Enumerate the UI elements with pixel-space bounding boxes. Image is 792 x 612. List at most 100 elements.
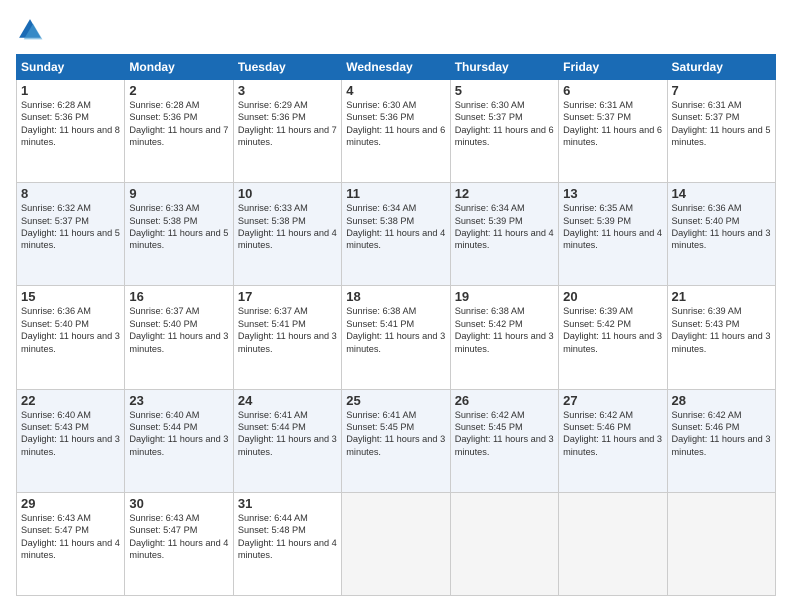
calendar-cell bbox=[559, 492, 667, 595]
cell-info: Sunrise: 6:31 AMSunset: 5:37 PMDaylight:… bbox=[563, 100, 662, 147]
logo-icon bbox=[16, 16, 44, 44]
day-number: 5 bbox=[455, 83, 554, 98]
weekday-friday: Friday bbox=[559, 55, 667, 80]
cell-info: Sunrise: 6:30 AMSunset: 5:36 PMDaylight:… bbox=[346, 100, 445, 147]
calendar-cell: 26 Sunrise: 6:42 AMSunset: 5:45 PMDayligh… bbox=[450, 389, 558, 492]
weekday-thursday: Thursday bbox=[450, 55, 558, 80]
calendar-cell: 20Sunrise: 6:39 AMSunset: 5:42 PMDayligh… bbox=[559, 286, 667, 389]
day-number: 28 bbox=[672, 393, 771, 408]
calendar-cell: 9 Sunrise: 6:33 AMSunset: 5:38 PMDaylight… bbox=[125, 183, 233, 286]
day-number: 14 bbox=[672, 186, 771, 201]
weekday-tuesday: Tuesday bbox=[233, 55, 341, 80]
cell-info: Sunrise: 6:30 AMSunset: 5:37 PMDaylight:… bbox=[455, 100, 554, 147]
cell-info: Sunrise: 6:37 AMSunset: 5:41 PMDaylight:… bbox=[238, 306, 337, 353]
cell-info: Sunrise: 6:38 AMSunset: 5:42 PMDaylight:… bbox=[455, 306, 554, 353]
header bbox=[16, 16, 776, 44]
cell-info: Sunrise: 6:31 AMSunset: 5:37 PMDaylight:… bbox=[672, 100, 771, 147]
page: SundayMondayTuesdayWednesdayThursdayFrid… bbox=[0, 0, 792, 612]
calendar-cell: 17 Sunrise: 6:37 AMSunset: 5:41 PMDayligh… bbox=[233, 286, 341, 389]
cell-info: Sunrise: 6:28 AMSunset: 5:36 PMDaylight:… bbox=[129, 100, 228, 147]
cell-info: Sunrise: 6:41 AMSunset: 5:45 PMDaylight:… bbox=[346, 410, 445, 457]
day-number: 10 bbox=[238, 186, 337, 201]
calendar-cell: 25 Sunrise: 6:41 AMSunset: 5:45 PMDayligh… bbox=[342, 389, 450, 492]
cell-info: Sunrise: 6:36 AMSunset: 5:40 PMDaylight:… bbox=[21, 306, 120, 353]
day-number: 9 bbox=[129, 186, 228, 201]
day-number: 30 bbox=[129, 496, 228, 511]
calendar-cell: 5 Sunrise: 6:30 AMSunset: 5:37 PMDaylight… bbox=[450, 80, 558, 183]
calendar-cell: 23Sunrise: 6:40 AMSunset: 5:44 PMDayligh… bbox=[125, 389, 233, 492]
calendar-cell: 3Sunrise: 6:29 AMSunset: 5:36 PMDaylight… bbox=[233, 80, 341, 183]
calendar-cell: 1 Sunrise: 6:28 AMSunset: 5:36 PMDaylight… bbox=[17, 80, 125, 183]
calendar-cell: 14 Sunrise: 6:36 AMSunset: 5:40 PMDayligh… bbox=[667, 183, 775, 286]
day-number: 18 bbox=[346, 289, 445, 304]
calendar-cell: 31Sunrise: 6:44 AMSunset: 5:48 PMDayligh… bbox=[233, 492, 341, 595]
day-number: 27 bbox=[563, 393, 662, 408]
cell-info: Sunrise: 6:36 AMSunset: 5:40 PMDaylight:… bbox=[672, 203, 771, 250]
calendar-cell bbox=[342, 492, 450, 595]
calendar-cell bbox=[667, 492, 775, 595]
calendar-cell: 4 Sunrise: 6:30 AMSunset: 5:36 PMDaylight… bbox=[342, 80, 450, 183]
day-number: 20 bbox=[563, 289, 662, 304]
calendar-cell: 11Sunrise: 6:34 AMSunset: 5:38 PMDayligh… bbox=[342, 183, 450, 286]
calendar-cell: 21 Sunrise: 6:39 AMSunset: 5:43 PMDayligh… bbox=[667, 286, 775, 389]
cell-info: Sunrise: 6:41 AMSunset: 5:44 PMDaylight:… bbox=[238, 410, 337, 457]
calendar-cell: 12 Sunrise: 6:34 AMSunset: 5:39 PMDayligh… bbox=[450, 183, 558, 286]
calendar-cell: 7Sunrise: 6:31 AMSunset: 5:37 PMDaylight… bbox=[667, 80, 775, 183]
calendar-cell: 24 Sunrise: 6:41 AMSunset: 5:44 PMDayligh… bbox=[233, 389, 341, 492]
day-number: 17 bbox=[238, 289, 337, 304]
day-number: 25 bbox=[346, 393, 445, 408]
day-number: 29 bbox=[21, 496, 120, 511]
cell-info: Sunrise: 6:40 AMSunset: 5:43 PMDaylight:… bbox=[21, 410, 120, 457]
calendar-cell bbox=[450, 492, 558, 595]
cell-info: Sunrise: 6:34 AMSunset: 5:39 PMDaylight:… bbox=[455, 203, 554, 250]
day-number: 23 bbox=[129, 393, 228, 408]
cell-info: Sunrise: 6:44 AMSunset: 5:48 PMDaylight:… bbox=[238, 513, 337, 560]
day-number: 21 bbox=[672, 289, 771, 304]
day-number: 22 bbox=[21, 393, 120, 408]
calendar-cell: 18 Sunrise: 6:38 AMSunset: 5:41 PMDayligh… bbox=[342, 286, 450, 389]
cell-info: Sunrise: 6:28 AMSunset: 5:36 PMDaylight:… bbox=[21, 100, 120, 147]
calendar-cell: 13 Sunrise: 6:35 AMSunset: 5:39 PMDayligh… bbox=[559, 183, 667, 286]
cell-info: Sunrise: 6:42 AMSunset: 5:46 PMDaylight:… bbox=[563, 410, 662, 457]
calendar-cell: 15 Sunrise: 6:36 AMSunset: 5:40 PMDayligh… bbox=[17, 286, 125, 389]
week-row-4: 22 Sunrise: 6:40 AMSunset: 5:43 PMDayligh… bbox=[17, 389, 776, 492]
cell-info: Sunrise: 6:43 AMSunset: 5:47 PMDaylight:… bbox=[21, 513, 120, 560]
cell-info: Sunrise: 6:33 AMSunset: 5:38 PMDaylight:… bbox=[238, 203, 337, 250]
calendar-cell: 28Sunrise: 6:42 AMSunset: 5:46 PMDayligh… bbox=[667, 389, 775, 492]
weekday-saturday: Saturday bbox=[667, 55, 775, 80]
day-number: 13 bbox=[563, 186, 662, 201]
week-row-2: 8 Sunrise: 6:32 AMSunset: 5:37 PMDaylight… bbox=[17, 183, 776, 286]
calendar-cell: 22 Sunrise: 6:40 AMSunset: 5:43 PMDayligh… bbox=[17, 389, 125, 492]
day-number: 26 bbox=[455, 393, 554, 408]
weekday-sunday: Sunday bbox=[17, 55, 125, 80]
calendar: SundayMondayTuesdayWednesdayThursdayFrid… bbox=[16, 54, 776, 596]
week-row-3: 15 Sunrise: 6:36 AMSunset: 5:40 PMDayligh… bbox=[17, 286, 776, 389]
calendar-cell: 27 Sunrise: 6:42 AMSunset: 5:46 PMDayligh… bbox=[559, 389, 667, 492]
cell-info: Sunrise: 6:38 AMSunset: 5:41 PMDaylight:… bbox=[346, 306, 445, 353]
day-number: 4 bbox=[346, 83, 445, 98]
day-number: 2 bbox=[129, 83, 228, 98]
day-number: 8 bbox=[21, 186, 120, 201]
week-row-5: 29 Sunrise: 6:43 AMSunset: 5:47 PMDayligh… bbox=[17, 492, 776, 595]
calendar-cell: 19Sunrise: 6:38 AMSunset: 5:42 PMDayligh… bbox=[450, 286, 558, 389]
day-number: 16 bbox=[129, 289, 228, 304]
cell-info: Sunrise: 6:35 AMSunset: 5:39 PMDaylight:… bbox=[563, 203, 662, 250]
weekday-wednesday: Wednesday bbox=[342, 55, 450, 80]
week-row-1: 1 Sunrise: 6:28 AMSunset: 5:36 PMDaylight… bbox=[17, 80, 776, 183]
cell-info: Sunrise: 6:33 AMSunset: 5:38 PMDaylight:… bbox=[129, 203, 228, 250]
day-number: 15 bbox=[21, 289, 120, 304]
cell-info: Sunrise: 6:39 AMSunset: 5:43 PMDaylight:… bbox=[672, 306, 771, 353]
day-number: 24 bbox=[238, 393, 337, 408]
weekday-monday: Monday bbox=[125, 55, 233, 80]
calendar-cell: 8 Sunrise: 6:32 AMSunset: 5:37 PMDaylight… bbox=[17, 183, 125, 286]
cell-info: Sunrise: 6:32 AMSunset: 5:37 PMDaylight:… bbox=[21, 203, 120, 250]
cell-info: Sunrise: 6:37 AMSunset: 5:40 PMDaylight:… bbox=[129, 306, 228, 353]
calendar-cell: 10 Sunrise: 6:33 AMSunset: 5:38 PMDayligh… bbox=[233, 183, 341, 286]
calendar-cell: 6Sunrise: 6:31 AMSunset: 5:37 PMDaylight… bbox=[559, 80, 667, 183]
day-number: 1 bbox=[21, 83, 120, 98]
weekday-header-row: SundayMondayTuesdayWednesdayThursdayFrid… bbox=[17, 55, 776, 80]
cell-info: Sunrise: 6:29 AMSunset: 5:36 PMDaylight:… bbox=[238, 100, 337, 147]
day-number: 12 bbox=[455, 186, 554, 201]
cell-info: Sunrise: 6:42 AMSunset: 5:45 PMDaylight:… bbox=[455, 410, 554, 457]
logo bbox=[16, 16, 48, 44]
